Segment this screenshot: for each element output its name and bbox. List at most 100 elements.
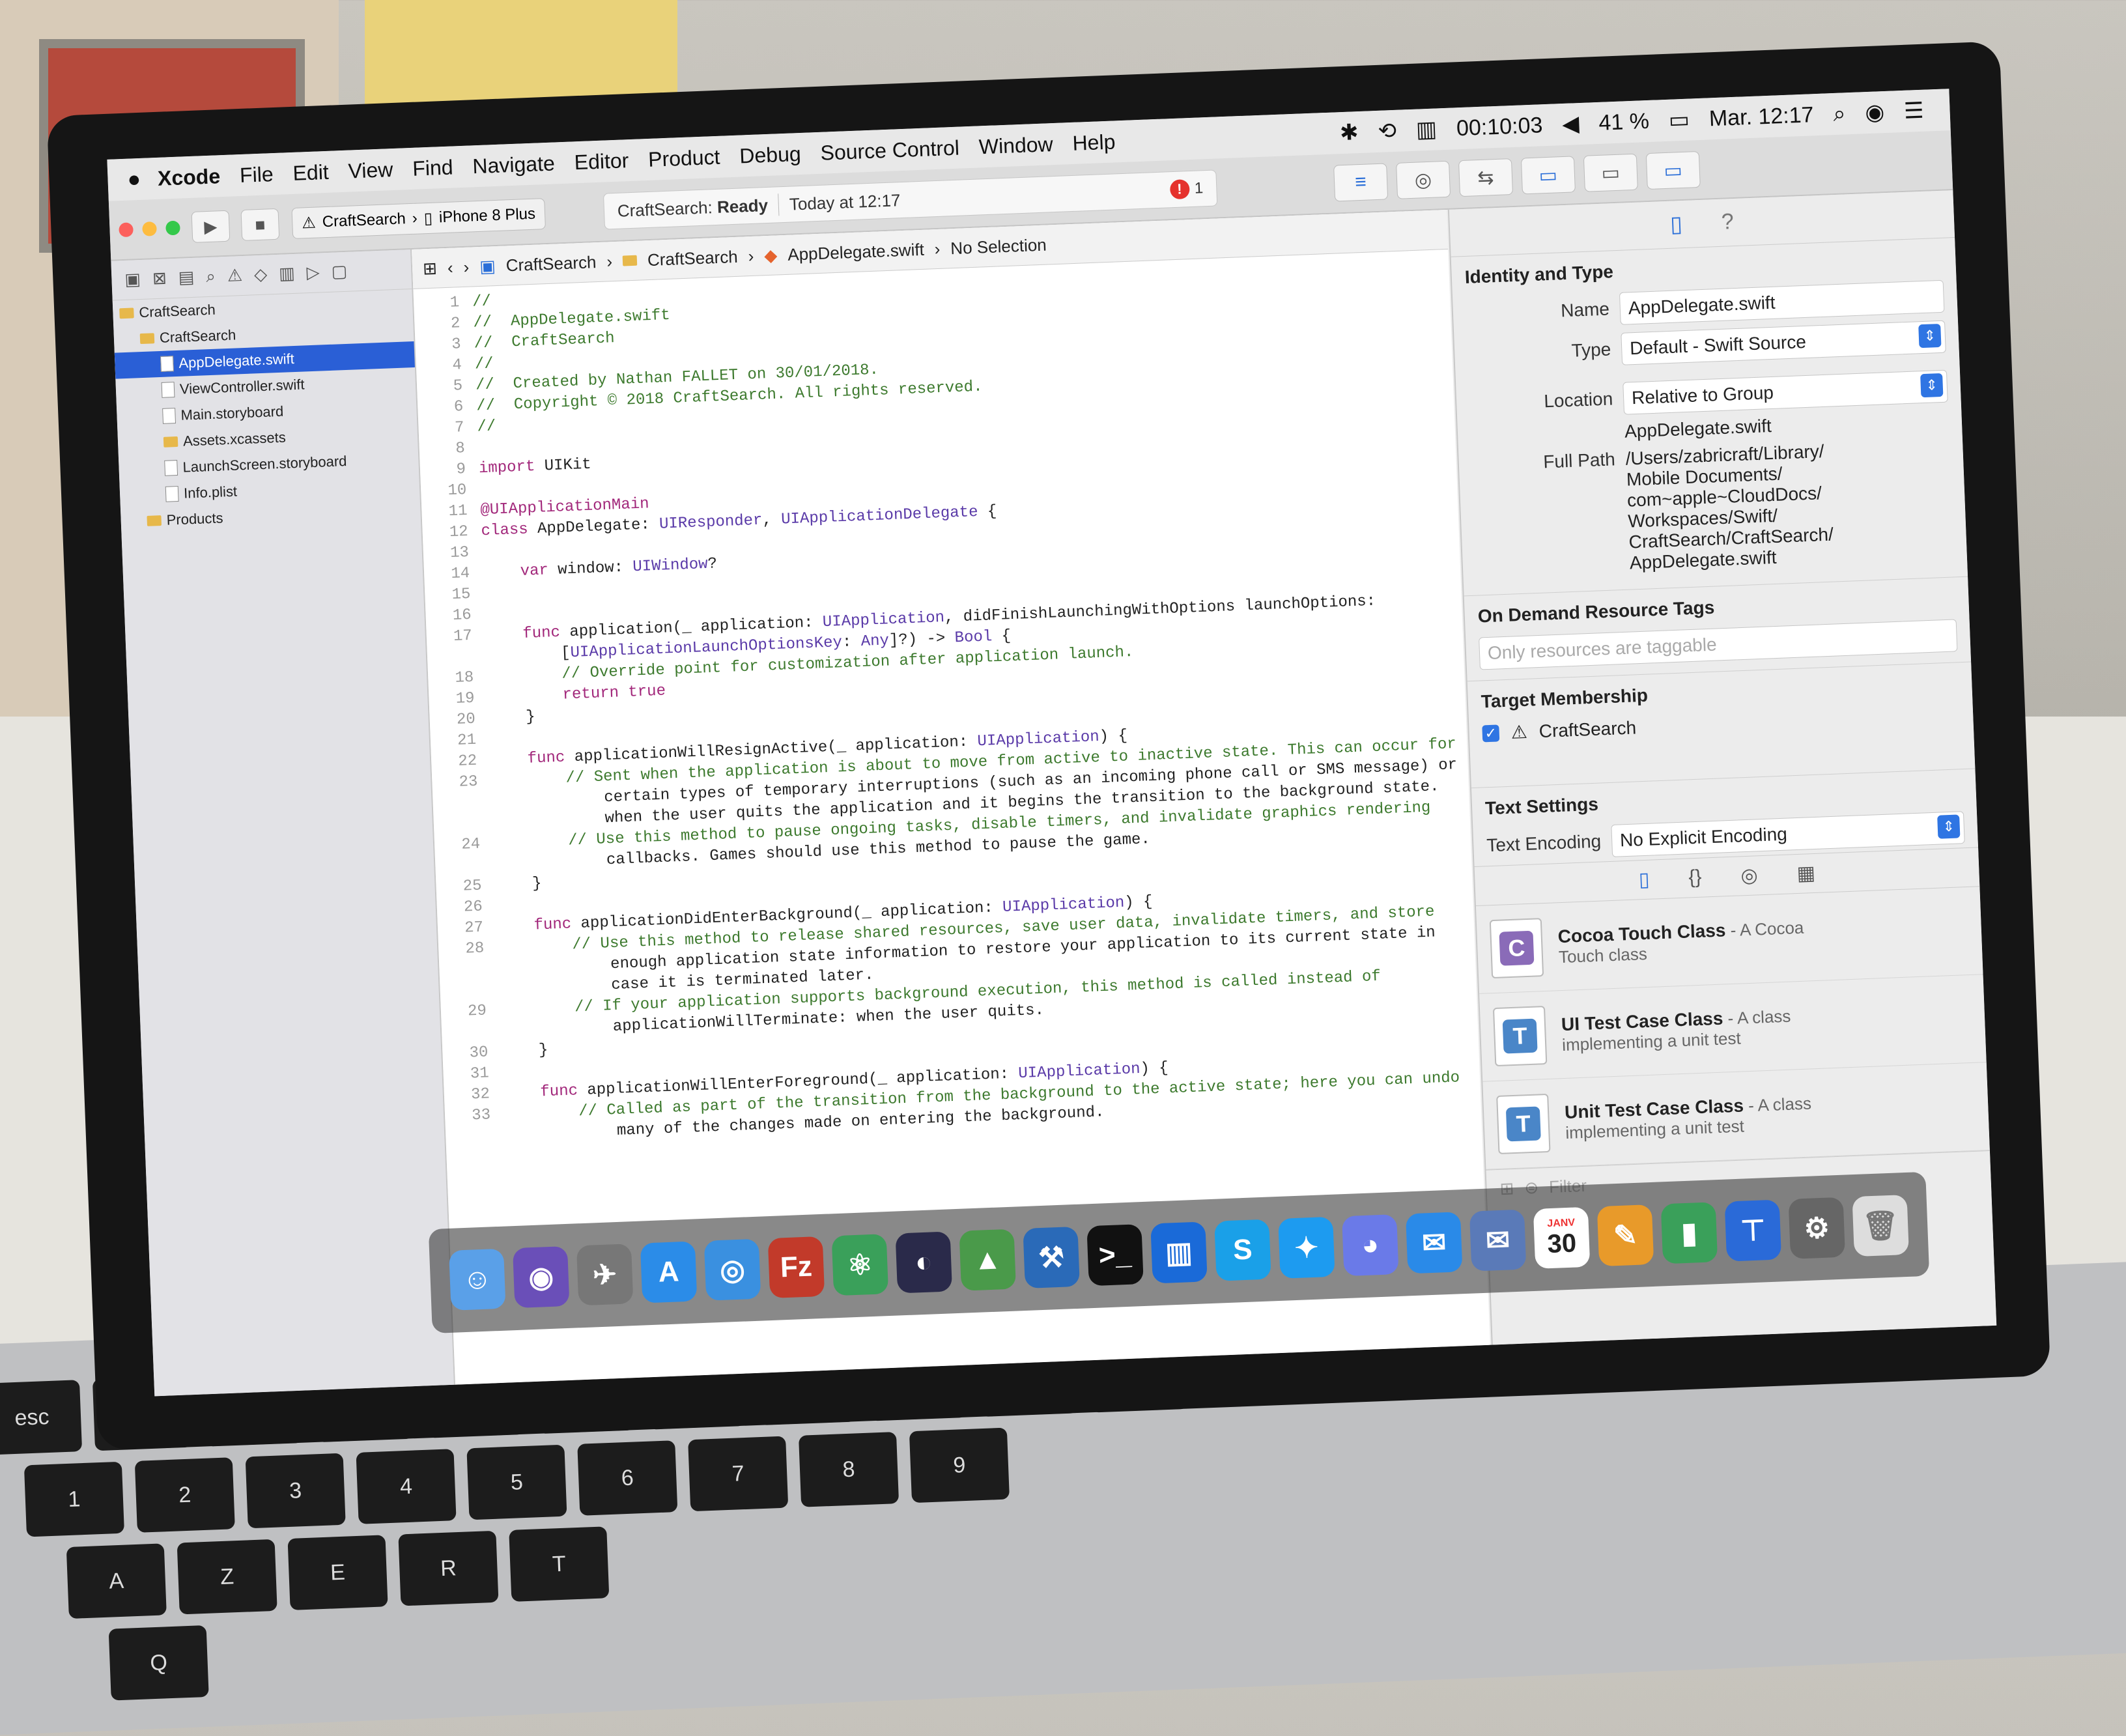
keyboard-key[interactable]: 3 xyxy=(245,1453,346,1529)
keyboard-key[interactable]: A xyxy=(66,1543,167,1619)
keyboard-key[interactable]: 8 xyxy=(799,1432,900,1507)
back-arrow-icon[interactable]: ‹ xyxy=(447,257,453,277)
test-icon[interactable]: ◇ xyxy=(254,264,268,286)
breakpoint-icon[interactable]: ▷ xyxy=(306,262,320,283)
run-button[interactable]: ▶ xyxy=(191,210,231,243)
related-items-icon[interactable]: ⊞ xyxy=(423,258,438,279)
bluetooth-icon[interactable]: ✱ xyxy=(1339,119,1359,146)
folder-icon[interactable]: ▣ xyxy=(124,269,141,291)
terminal-icon[interactable]: >_ xyxy=(1086,1224,1144,1287)
keyboard-key[interactable]: T xyxy=(509,1526,610,1602)
menu-source-control[interactable]: Source Control xyxy=(820,135,960,165)
assistant-editor-button[interactable]: ◎ xyxy=(1395,160,1451,199)
skype-icon[interactable]: S xyxy=(1214,1219,1271,1281)
jump-file[interactable]: AppDelegate.swift xyxy=(787,239,925,264)
close-window-button[interactable] xyxy=(119,222,134,238)
keyboard-key[interactable]: Z xyxy=(177,1539,277,1615)
app-store-icon[interactable]: A xyxy=(640,1241,698,1303)
filezilla-icon[interactable]: Fz xyxy=(767,1236,825,1299)
atom-icon[interactable]: ⚛ xyxy=(831,1234,889,1296)
keyboard-key[interactable]: 6 xyxy=(577,1440,678,1516)
keyboard-key[interactable]: Q xyxy=(108,1625,209,1701)
jump-selection[interactable]: No Selection xyxy=(950,235,1047,259)
toggle-inspector-button[interactable]: ▭ xyxy=(1645,150,1701,190)
spotlight-search-icon[interactable]: ⌕ xyxy=(1833,101,1847,127)
keynote-icon[interactable]: ⊤ xyxy=(1724,1199,1782,1262)
menu-debug[interactable]: Debug xyxy=(739,141,802,168)
jump-group[interactable]: CraftSearch xyxy=(647,246,738,270)
menu-file[interactable]: File xyxy=(239,162,274,188)
menu-find[interactable]: Find xyxy=(412,155,454,180)
launchpad-icon[interactable]: ✈ xyxy=(576,1244,634,1306)
keyboard-key[interactable]: 7 xyxy=(688,1436,789,1512)
numbers-icon[interactable]: ▮ xyxy=(1660,1202,1718,1264)
menu-product[interactable]: Product xyxy=(647,145,720,171)
volume-icon[interactable]: ◀ xyxy=(1562,111,1580,137)
sync-icon[interactable]: ⟲ xyxy=(1378,118,1397,145)
discord-icon[interactable]: ◕ xyxy=(1342,1214,1399,1277)
zoom-window-button[interactable] xyxy=(165,220,180,236)
menu-xcode[interactable]: Xcode xyxy=(157,164,220,191)
menu-clock[interactable]: Mar. 12:17 xyxy=(1708,102,1814,132)
xcode-icon[interactable]: ⚒ xyxy=(1023,1226,1080,1288)
scheme-selector[interactable]: ⚠ CraftSearch › ▯ iPhone 8 Plus xyxy=(291,198,546,239)
keyboard-key[interactable]: 2 xyxy=(134,1457,235,1533)
keyboard-key[interactable]: 1 xyxy=(23,1461,124,1537)
debug-icon[interactable]: ▥ xyxy=(279,263,296,285)
toggle-debug-area-button[interactable]: ▭ xyxy=(1583,153,1638,192)
version-editor-button[interactable]: ⇆ xyxy=(1458,158,1513,197)
keyboard-key[interactable]: E xyxy=(287,1535,388,1610)
menu-edit[interactable]: Edit xyxy=(292,160,330,185)
pages-icon[interactable]: ✎ xyxy=(1596,1204,1654,1267)
safari-icon[interactable]: ◎ xyxy=(703,1238,761,1301)
mail-icon[interactable]: ✉ xyxy=(1469,1209,1527,1272)
minimize-window-button[interactable] xyxy=(142,221,157,236)
symbol-icon[interactable]: ▤ xyxy=(178,267,195,289)
system-preferences-icon[interactable]: ⚙ xyxy=(1788,1197,1846,1259)
keyboard-key[interactable]: 5 xyxy=(466,1444,567,1520)
menu-view[interactable]: View xyxy=(348,158,393,184)
media-library-icon[interactable]: ▦ xyxy=(1796,862,1816,885)
quick-help-icon[interactable]: ? xyxy=(1721,209,1734,236)
jump-project[interactable]: CraftSearch xyxy=(505,252,597,276)
object-library-icon[interactable]: ◎ xyxy=(1740,864,1759,887)
battery-percent[interactable]: 41 % xyxy=(1598,108,1650,135)
keyboard-key[interactable]: 9 xyxy=(909,1427,1010,1503)
source-control-icon[interactable]: ⊠ xyxy=(152,268,167,289)
menu-window[interactable]: Window xyxy=(978,132,1053,159)
issue-indicator[interactable]: ! 1 xyxy=(1169,178,1204,200)
trash-icon[interactable]: 🗑 xyxy=(1852,1194,1909,1257)
keyboard-key[interactable]: esc xyxy=(0,1380,83,1455)
twitter-icon[interactable]: ✦ xyxy=(1278,1216,1335,1279)
finder-icon[interactable]: ☺ xyxy=(449,1248,506,1311)
file-template-icon[interactable]: ▯ xyxy=(1638,868,1650,892)
trello-icon[interactable]: ▥ xyxy=(1150,1221,1208,1284)
android-studio-icon[interactable]: ▲ xyxy=(959,1229,1016,1291)
report-icon[interactable]: ▢ xyxy=(331,261,348,283)
file-inspector-icon[interactable]: ▯ xyxy=(1669,211,1682,238)
notification-center-icon[interactable]: ☰ xyxy=(1903,98,1924,124)
keyboard-key[interactable]: R xyxy=(398,1530,499,1606)
code-area[interactable]: 1//2// AppDelegate.swift 3// CraftSearch 4… xyxy=(413,249,1481,1148)
eclipse-icon[interactable]: ◐ xyxy=(895,1231,953,1294)
forward-arrow-icon[interactable]: › xyxy=(463,257,470,277)
messages-icon[interactable]: ✉ xyxy=(1405,1212,1463,1274)
menu-editor[interactable]: Editor xyxy=(574,149,629,175)
menu-navigate[interactable]: Navigate xyxy=(472,151,556,178)
target-checkbox[interactable]: ✓ xyxy=(1482,724,1500,742)
siri-icon[interactable]: ◉ xyxy=(1865,99,1885,126)
keyboard-key[interactable]: 4 xyxy=(356,1449,457,1524)
type-popup[interactable]: Default - Swift Source ⇕ xyxy=(1621,320,1946,365)
siri-icon[interactable]: ◉ xyxy=(512,1245,570,1309)
find-icon[interactable]: ⌕ xyxy=(206,266,216,288)
timer-readout[interactable]: 00:10:03 xyxy=(1456,113,1543,141)
menu-help[interactable]: Help xyxy=(1072,130,1116,155)
battery-icon[interactable]: ▭ xyxy=(1668,107,1690,134)
stop-button[interactable]: ■ xyxy=(240,208,280,241)
timer-icon[interactable]: ▥ xyxy=(1415,116,1438,143)
warning-icon[interactable]: ⚠ xyxy=(227,265,243,287)
code-snippet-icon[interactable]: {} xyxy=(1688,866,1702,890)
toggle-navigator-button[interactable]: ▭ xyxy=(1520,156,1576,195)
standard-editor-button[interactable]: ≡ xyxy=(1333,163,1389,202)
apple-menu-icon[interactable]: ● xyxy=(127,166,141,192)
